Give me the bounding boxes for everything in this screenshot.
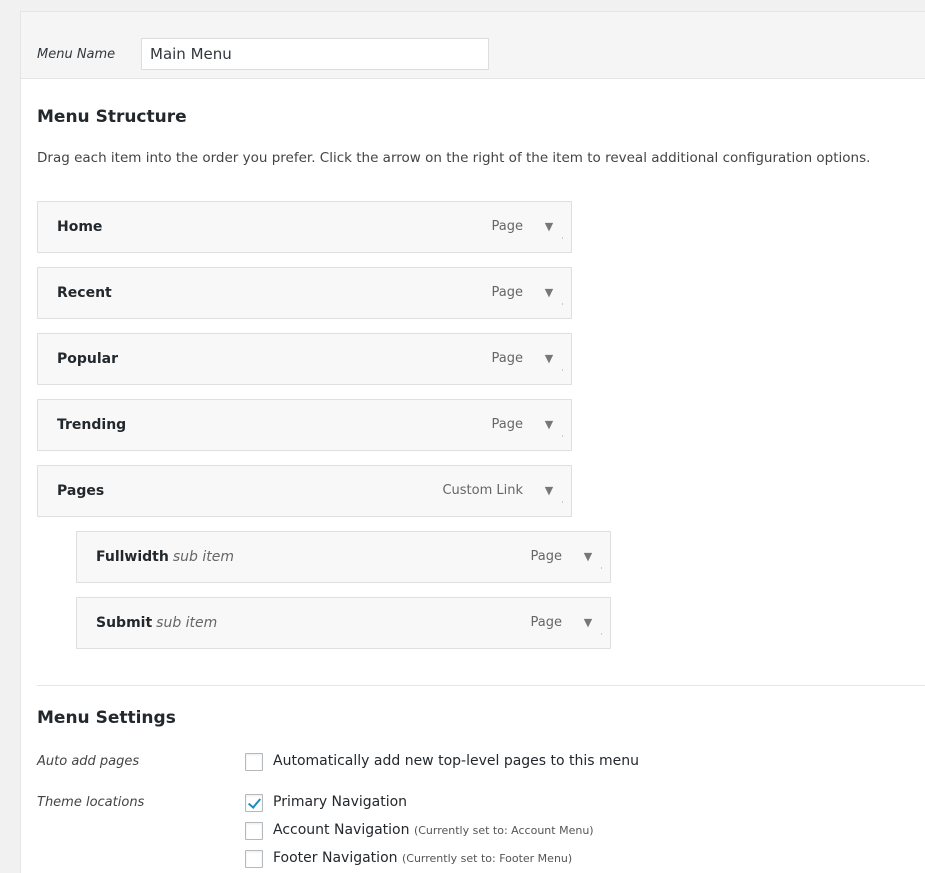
menu-item-title: Fullwidth sub item — [96, 549, 234, 565]
auto-add-pages-option: Automatically add new top-level pages to… — [273, 753, 640, 769]
expand-arrow-icon[interactable]: ▼ — [539, 283, 563, 305]
menu-item-type: Page — [491, 285, 523, 300]
menu-item-trending[interactable]: Trending Page ▼ — [37, 399, 572, 451]
expand-arrow-icon[interactable]: ▼ — [578, 547, 602, 569]
menu-item-type: Custom Link — [442, 483, 523, 498]
menu-item-title: Trending — [57, 417, 127, 433]
expand-arrow-icon[interactable]: ▼ — [539, 349, 563, 371]
menu-item-title: Pages — [57, 483, 105, 499]
sub-item-label: sub item — [172, 549, 234, 565]
menu-structure-description: Drag each item into the order you prefer… — [37, 150, 871, 166]
menu-item-title: Home — [57, 219, 103, 235]
menu-item-title: Popular — [57, 351, 119, 367]
menu-edit-panel: Menu Name Main Menu Menu Structure Drag … — [20, 11, 925, 873]
footer-navigation-option: Footer Navigation (Currently set to: Foo… — [273, 850, 573, 866]
menu-header: Menu Name Main Menu — [21, 12, 925, 79]
primary-navigation-checkbox[interactable] — [245, 794, 263, 812]
expand-arrow-icon[interactable]: ▼ — [539, 481, 563, 503]
menu-item-submit[interactable]: Submit sub item Page ▼ — [76, 597, 611, 649]
menu-item-fullwidth[interactable]: Fullwidth sub item Page ▼ — [76, 531, 611, 583]
menu-item-type: Page — [530, 615, 562, 630]
primary-navigation-option: Primary Navigation — [273, 794, 408, 810]
menu-item-type: Page — [491, 219, 523, 234]
sub-item-label: sub item — [156, 615, 218, 631]
menu-name-input[interactable]: Main Menu — [141, 38, 489, 70]
menu-structure-title: Menu Structure — [37, 107, 187, 127]
menu-item-type: Page — [530, 549, 562, 564]
footer-navigation-note: (Currently set to: Footer Menu) — [401, 852, 573, 865]
menu-item-type: Page — [491, 351, 523, 366]
auto-add-pages-checkbox[interactable] — [245, 753, 263, 771]
menu-name-label: Menu Name — [37, 47, 116, 62]
menu-item-title: Recent — [57, 285, 112, 301]
menu-item-home[interactable]: Home Page ▼ — [37, 201, 572, 253]
expand-arrow-icon[interactable]: ▼ — [539, 217, 563, 239]
account-navigation-note: (Currently set to: Account Menu) — [413, 824, 594, 837]
menu-item-pages[interactable]: Pages Custom Link ▼ — [37, 465, 572, 517]
menu-item-recent[interactable]: Recent Page ▼ — [37, 267, 572, 319]
account-navigation-option: Account Navigation (Currently set to: Ac… — [273, 822, 594, 838]
menu-item-type: Page — [491, 417, 523, 432]
expand-arrow-icon[interactable]: ▼ — [578, 613, 602, 635]
account-navigation-checkbox[interactable] — [245, 822, 263, 840]
section-divider — [37, 685, 925, 686]
auto-add-pages-label: Auto add pages — [37, 754, 140, 769]
expand-arrow-icon[interactable]: ▼ — [539, 415, 563, 437]
footer-navigation-checkbox[interactable] — [245, 850, 263, 868]
theme-locations-label: Theme locations — [37, 795, 145, 810]
menu-item-popular[interactable]: Popular Page ▼ — [37, 333, 572, 385]
menu-item-title: Submit sub item — [96, 615, 218, 631]
menu-settings-title: Menu Settings — [37, 708, 176, 728]
